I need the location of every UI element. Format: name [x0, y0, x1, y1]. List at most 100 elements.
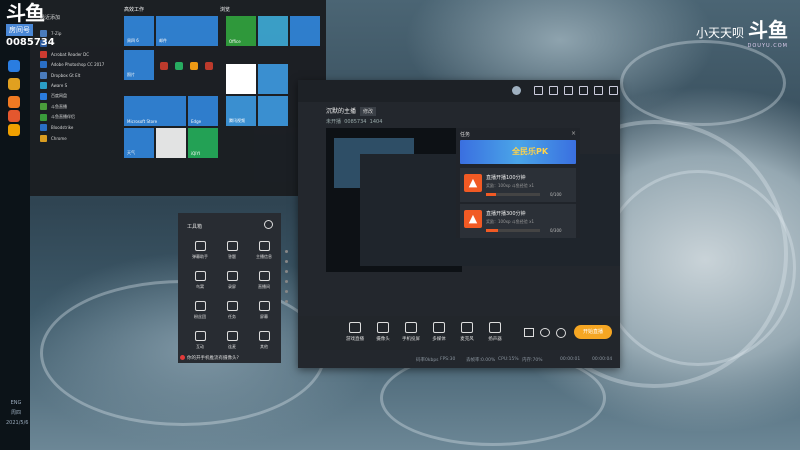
app-icon: [40, 103, 47, 111]
camera-button[interactable]: 摄像头: [368, 322, 398, 342]
scroll-indicator[interactable]: [285, 250, 288, 314]
app-icon[interactable]: [175, 62, 183, 70]
edge-tile[interactable]: Edge: [188, 96, 218, 126]
record-icon[interactable]: [524, 328, 534, 337]
tool-icon: [226, 301, 238, 311]
mail-tile[interactable]: 邮件: [156, 16, 218, 46]
app-list-item[interactable]: Chrome: [40, 133, 120, 144]
clock-day: 周四: [10, 410, 21, 416]
weather-tile[interactable]: 天气: [124, 128, 154, 158]
toolbox-item[interactable]: 弹幕助手: [186, 241, 214, 260]
office-tile[interactable]: Office: [226, 16, 256, 46]
edit-tag[interactable]: 修改: [360, 107, 377, 116]
chrome-icon[interactable]: [8, 78, 20, 90]
firefox-icon[interactable]: [8, 96, 20, 108]
app-tile[interactable]: [156, 128, 186, 158]
notice-text: 你的开手机推流有摄像头?: [180, 355, 284, 361]
toolbox-item[interactable]: 互动: [186, 331, 214, 350]
app-list-item[interactable]: Acrobat Reader DC: [40, 49, 120, 60]
app-label: Aware S: [51, 83, 68, 89]
douyu-streamer-window: 沉默的主播 修改 未开播 0085734 1404 任务 × 全民乐PK ▲ 直播…: [298, 80, 620, 368]
tool-icon: [194, 241, 206, 251]
toolbox-item[interactable]: 其他: [250, 331, 278, 350]
edge-icon[interactable]: [8, 60, 20, 72]
app-label: 斗鱼直播伴侣: [51, 114, 75, 120]
minimize-icon[interactable]: [594, 86, 603, 95]
tool-icon: [226, 241, 238, 251]
toolbox-item[interactable]: 屏幕: [250, 301, 278, 320]
app-tile[interactable]: [226, 64, 256, 94]
toolbox-panel: 工具箱 弹幕助手 答题 主播信息 鸟窝 录屏 直播间 粉丝团 任务 屏幕 互动 连麦 其他: [178, 213, 281, 363]
app-icon[interactable]: [8, 124, 20, 136]
app-tile[interactable]: [258, 64, 288, 94]
app-list-item[interactable]: Aware S: [40, 81, 120, 92]
streamer-name: 小天天呗: [695, 26, 744, 40]
app-list-item[interactable]: 斗鱼直播伴侣: [40, 112, 120, 123]
settings-icon[interactable]: [556, 328, 566, 338]
close-icon[interactable]: [609, 86, 618, 95]
app-list-item[interactable]: Dropbox Gt Elt: [40, 70, 120, 81]
photos-tile[interactable]: 照片: [124, 50, 154, 80]
calendar-tile[interactable]: 周四 6: [124, 16, 154, 46]
shirt-icon[interactable]: [564, 86, 573, 95]
app-list-item[interactable]: Bloodstrike: [40, 123, 120, 134]
app-tile[interactable]: [290, 16, 320, 46]
streamer-watermark: 小天天呗 斗鱼 DOUYU.COM: [696, 14, 788, 49]
store-tile[interactable]: Microsoft Store: [124, 96, 186, 126]
bottom-toolbar: 游戏直播 摄像头 手机投屏 多媒体 麦克风 扬声器 开始直播: [298, 316, 620, 350]
toolbox-item[interactable]: 录屏: [218, 271, 246, 290]
toolbox-item[interactable]: 答题: [218, 241, 246, 260]
room-label: 房间号: [6, 24, 33, 36]
app-icon[interactable]: [190, 62, 198, 70]
app-list-item[interactable]: 百度网盘: [40, 91, 120, 102]
app-list-item[interactable]: Adobe Photoshop CC 2017: [40, 60, 120, 71]
task-item[interactable]: ▲ 直播开播300分钟 奖励：100xp 斗鱼经验 x1 0/300: [460, 204, 576, 238]
tool-icon: [194, 331, 206, 341]
alert-icon: [180, 355, 185, 360]
settings-icon[interactable]: [264, 220, 273, 229]
speaker-button[interactable]: 扬声器: [480, 322, 510, 342]
menu-icon[interactable]: [579, 86, 588, 95]
task-item[interactable]: ▲ 直播开播100分钟 奖励：100xp 斗鱼经验 x1 0/100: [460, 168, 576, 202]
app-icon[interactable]: [160, 62, 168, 70]
app-label: Chrome: [51, 135, 67, 141]
app-icon: [40, 50, 47, 58]
message-icon[interactable]: [534, 86, 543, 95]
close-icon[interactable]: ×: [571, 130, 576, 137]
app-label: 百度网盘: [51, 93, 67, 99]
douyu-logo: 斗鱼 房间号 0085734: [6, 3, 58, 48]
app-label: Dropbox Gt Elt: [51, 72, 81, 78]
tool-icon: [226, 271, 238, 281]
microphone-button[interactable]: 麦克风: [452, 322, 482, 342]
lock-icon[interactable]: [549, 86, 558, 95]
app-tile[interactable]: 腾讯视频: [226, 96, 256, 126]
iqiyi-tile[interactable]: iQIYI: [188, 128, 218, 158]
pk-banner[interactable]: 全民乐PK: [460, 140, 576, 164]
toolbox-item[interactable]: 直播间: [250, 271, 278, 290]
app-icon: [40, 92, 47, 100]
douyu-url: DOUYU.COM: [747, 43, 788, 49]
header-icons: [528, 86, 618, 97]
firefox-icon[interactable]: [8, 110, 20, 122]
media-button[interactable]: 多媒体: [424, 322, 454, 342]
app-list-item[interactable]: 斗鱼直播: [40, 102, 120, 113]
toolbox-item[interactable]: 粉丝团: [186, 301, 214, 320]
app-tile[interactable]: [258, 16, 288, 46]
game-live-button[interactable]: 游戏直播: [340, 322, 370, 342]
app-tile[interactable]: [258, 96, 288, 126]
toolbox-item[interactable]: 任务: [218, 301, 246, 320]
toolbox-item[interactable]: 主播信息: [250, 241, 278, 260]
avatar[interactable]: [512, 86, 521, 95]
toolbox-item[interactable]: 连麦: [218, 331, 246, 350]
app-label: 斗鱼直播: [51, 103, 67, 109]
tool-icon: [258, 331, 270, 341]
app-icon[interactable]: [205, 62, 213, 70]
start-live-button[interactable]: 开始直播: [574, 325, 612, 339]
tool-icon: [258, 241, 270, 251]
taskbar: ENG 周四 2021/5/6: [0, 0, 30, 450]
phone-cast-button[interactable]: 手机投屏: [396, 322, 426, 342]
tile-group-label: 高效工作: [124, 7, 145, 13]
toolbox-item[interactable]: 鸟窝: [186, 271, 214, 290]
eye-icon[interactable]: [540, 328, 550, 337]
app-icon: [40, 124, 47, 132]
